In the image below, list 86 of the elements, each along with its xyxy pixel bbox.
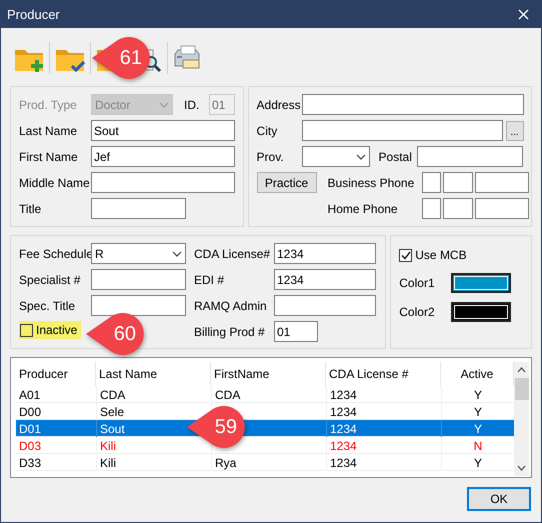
ok-button[interactable]: OK (467, 487, 531, 511)
phone-number-field[interactable] (474, 198, 529, 219)
field-label: Specialist # (19, 272, 82, 288)
field-label: RAMQ Admin (194, 298, 268, 314)
input-field[interactable]: 1234 (274, 269, 376, 290)
table-cell-text: Sout (100, 420, 125, 438)
close-icon[interactable] (518, 9, 529, 20)
table-cell-text: Kili (100, 438, 116, 454)
column-header[interactable]: CDA License # (326, 362, 441, 386)
input-field[interactable] (302, 120, 503, 141)
input-field[interactable] (91, 295, 186, 316)
phone-number-field[interactable] (474, 172, 529, 193)
chevron-down-icon (356, 154, 366, 160)
field-label: Billing Prod # (194, 324, 266, 340)
table-cell-text: Rya (215, 454, 236, 472)
table-cell-text: 1234 (330, 454, 357, 472)
input-field[interactable] (91, 198, 186, 219)
input-field[interactable]: Sout (91, 120, 235, 141)
table-cell-text: Y (474, 420, 482, 438)
column-header[interactable]: FirstName (211, 362, 326, 386)
table-cell-text: D00 (19, 404, 42, 420)
table-cell-text: D01 (19, 420, 42, 438)
color-swatch[interactable] (451, 302, 512, 322)
window-title: Producer (7, 6, 60, 24)
field-label: Use MCB (415, 247, 467, 264)
field-label: Middle Name (19, 174, 91, 192)
input-field[interactable] (91, 172, 235, 193)
field-label: Color2 (399, 304, 436, 321)
field-label: Spec. Title (19, 298, 76, 314)
table-row[interactable]: A01 CDA CDA 1234 Y (16, 386, 514, 403)
table-cell-text: CDA (100, 386, 126, 404)
table-cell-text: Kili (100, 454, 116, 472)
input-field[interactable] (416, 146, 523, 167)
table-cell-text: Sele (100, 404, 124, 420)
field-label: Prod. Type (19, 96, 78, 114)
input-field[interactable]: 01 (274, 321, 318, 342)
chevron-down-icon (159, 102, 169, 108)
field-label: Last Name (19, 122, 78, 140)
table-cell-text: Y (474, 454, 482, 472)
table-cell-text: CDA (215, 386, 240, 404)
field-label: Fee Schedule (19, 246, 91, 262)
table-cell-text: 1234 (330, 438, 357, 454)
scroll-thumb[interactable] (514, 378, 528, 400)
input-field[interactable] (302, 94, 524, 115)
table-cell-text: 1234 (330, 386, 357, 404)
field-label: Business Phone (328, 174, 416, 192)
color-swatch[interactable] (451, 273, 512, 293)
field-label: Postal (378, 148, 413, 166)
practice-button[interactable]: Practice (256, 172, 317, 193)
browse-button[interactable]: ... (506, 120, 524, 140)
table-cell-text: N (474, 438, 482, 454)
input-field[interactable]: Jef (91, 146, 235, 167)
scrollbar[interactable] (514, 362, 529, 476)
table-cell-text: 1234 (330, 420, 357, 438)
table-cell-text: D33 (19, 454, 42, 472)
input-field[interactable] (274, 295, 376, 316)
table-row[interactable]: D33 Kili Rya 1234 Y (16, 454, 514, 471)
column-header[interactable]: Producer (16, 362, 96, 386)
table-cell-text: Y (474, 386, 482, 404)
field-label: Prov. (256, 148, 285, 166)
table-cell-text: D03 (19, 438, 42, 454)
input-field[interactable] (91, 269, 186, 290)
field-label: ID. (184, 96, 200, 114)
field-label: Color1 (399, 275, 436, 292)
field-label: Title (19, 200, 42, 218)
field-label: City (256, 122, 278, 140)
scroll-up-icon[interactable] (517, 367, 526, 373)
dropdown[interactable] (302, 146, 370, 167)
table-cell-text: A01 (19, 386, 40, 404)
dropdown[interactable]: R (91, 243, 186, 264)
table-cell-text: Y (474, 404, 482, 420)
input-field[interactable]: 1234 (274, 243, 376, 264)
area-code-field[interactable] (422, 198, 441, 219)
field-label: Address (256, 96, 302, 114)
field-label: First Name (19, 148, 79, 166)
field-label: EDI # (194, 272, 226, 288)
field-label: Home Phone (328, 200, 399, 218)
chevron-down-icon (172, 250, 182, 256)
column-header[interactable]: Last Name (96, 362, 211, 386)
field-label: CDA License# (194, 246, 272, 262)
table-cell-text: 1234 (330, 404, 357, 420)
checkbox[interactable] (399, 248, 412, 262)
area-code-field[interactable] (422, 172, 441, 193)
phone-prefix-field[interactable] (442, 198, 473, 219)
scroll-down-icon[interactable] (517, 465, 526, 471)
phone-prefix-field[interactable] (442, 172, 473, 193)
